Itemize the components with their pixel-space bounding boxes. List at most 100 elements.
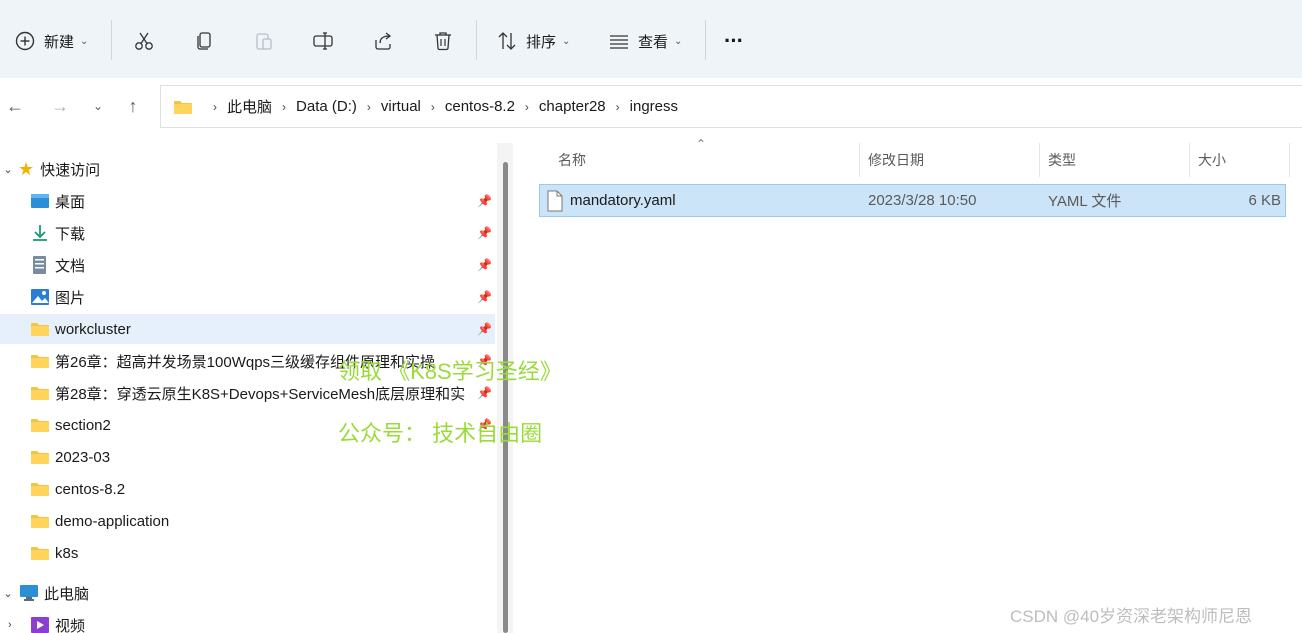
rename-button[interactable]: [312, 24, 334, 58]
view-button[interactable]: 查看 ⌄: [608, 24, 682, 58]
sidebar-item-label: workcluster: [55, 320, 131, 338]
pin-icon[interactable]: 📌: [477, 322, 492, 336]
toolbar-divider: [705, 20, 706, 60]
column-header-label: 修改日期: [868, 152, 924, 168]
sidebar-item-label: k8s: [55, 544, 79, 562]
copy-icon: [197, 32, 211, 50]
pin-icon[interactable]: 📌: [477, 258, 492, 272]
chevron-down-icon: ⌄: [3, 587, 13, 600]
sidebar-item-label: 桌面: [55, 193, 86, 211]
watermark-line-1: 领取 《K8S学习圣经》: [338, 359, 562, 384]
new-button[interactable]: 新建 ⌄: [14, 24, 88, 58]
folder-icon: [31, 419, 49, 432]
sort-ascending-icon: ⌃: [696, 137, 707, 151]
tree-label: 快速访问: [40, 161, 101, 179]
picture-icon: [31, 289, 49, 305]
folder-icon: [31, 515, 49, 528]
forward-button[interactable]: →: [47, 92, 73, 120]
more-icon: ···: [724, 28, 744, 53]
desktop-icon: [31, 194, 49, 208]
new-button-label: 新建: [44, 33, 75, 51]
delete-button[interactable]: [432, 24, 454, 58]
csdn-watermark: CSDN @40岁资深老架构师尼恩: [1010, 607, 1253, 626]
breadcrumb-ingress[interactable]: ingress: [630, 98, 678, 115]
toolbar-divider: [111, 20, 112, 60]
sort-button[interactable]: 排序 ⌄: [496, 24, 570, 58]
recent-locations-button[interactable]: ⌄: [85, 92, 111, 120]
file-name-cell: mandatory.yaml: [546, 185, 676, 216]
chevron-right-icon: ›: [213, 99, 217, 114]
trash-icon: [435, 32, 451, 51]
pin-icon[interactable]: 📌: [477, 386, 492, 400]
sidebar-item-label: 文档: [55, 257, 86, 275]
scissors-icon: [135, 32, 153, 50]
share-button[interactable]: [372, 24, 394, 58]
star-icon: ★: [18, 158, 35, 179]
column-header-label: 大小: [1198, 152, 1226, 168]
sidebar-item-demo-application[interactable]: demo-application: [0, 506, 495, 536]
pin-icon[interactable]: 📌: [477, 226, 492, 240]
arrow-left-icon: ←: [6, 95, 24, 116]
column-header-label: 类型: [1048, 152, 1076, 168]
back-button[interactable]: ←: [2, 92, 28, 120]
folder-icon: [31, 323, 49, 336]
column-header-modified[interactable]: 修改日期: [860, 143, 1040, 177]
pin-icon[interactable]: 📌: [477, 290, 492, 304]
sidebar-item-label: section2: [55, 416, 111, 434]
sidebar-item-workcluster[interactable]: workcluster 📌: [0, 314, 495, 344]
file-type: YAML 文件: [1048, 193, 1122, 210]
more-options-button[interactable]: ···: [724, 24, 744, 58]
address-bar[interactable]: › 此电脑 › Data (D:) › virtual › centos-8.2…: [160, 85, 1302, 128]
breadcrumb-virtual[interactable]: virtual: [381, 98, 421, 115]
folder-icon: [31, 387, 49, 400]
pin-icon[interactable]: 📌: [477, 194, 492, 208]
video-icon: [31, 617, 49, 633]
up-button[interactable]: ↑: [120, 92, 146, 120]
sidebar-item-label: 视频: [55, 617, 86, 633]
sidebar-item-label: 图片: [55, 289, 86, 307]
folder-icon: [31, 547, 49, 560]
tree-label: 此电脑: [44, 585, 90, 603]
column-header-size[interactable]: 大小: [1190, 143, 1290, 177]
folder-icon: [174, 100, 192, 114]
breadcrumb-this-pc[interactable]: 此电脑: [227, 96, 272, 117]
sidebar-item-label: centos-8.2: [55, 480, 126, 498]
file-size: 6 KB: [1248, 192, 1281, 209]
column-header-row: 名称 ⌃ 修改日期 类型 大小: [514, 137, 1302, 177]
copy-button[interactable]: [193, 24, 215, 58]
column-header-type[interactable]: 类型: [1040, 143, 1190, 177]
sidebar-item-pictures[interactable]: 图片 📌: [0, 282, 495, 312]
chevron-right-icon: ›: [430, 99, 435, 114]
breadcrumb-chapter28[interactable]: chapter28: [539, 98, 606, 115]
column-header-label: 名称: [558, 152, 586, 168]
breadcrumb-centos[interactable]: centos-8.2: [445, 98, 515, 115]
watermark-line-2: 公众号： 技术自由圈: [338, 421, 543, 446]
sidebar-item-k8s[interactable]: k8s: [0, 538, 495, 568]
tree-this-pc[interactable]: ⌄ 此电脑: [0, 578, 495, 608]
chevron-down-icon: ⌄: [92, 99, 104, 113]
file-name: mandatory.yaml: [570, 192, 676, 209]
paste-button[interactable]: [253, 24, 275, 58]
sidebar-item-desktop[interactable]: 桌面 📌: [0, 186, 495, 216]
view-list-icon: [610, 35, 628, 49]
tree-quick-access[interactable]: ⌄ ★ 快速访问: [0, 154, 495, 184]
sort-button-label: 排序: [526, 33, 557, 51]
sidebar-item-documents[interactable]: 文档 📌: [0, 250, 495, 280]
arrow-up-icon: ↑: [128, 95, 138, 116]
sidebar-item-label: 下载: [55, 225, 86, 243]
sidebar-item-downloads[interactable]: 下载 📌: [0, 218, 495, 248]
sidebar-item-centos[interactable]: centos-8.2: [0, 474, 495, 504]
column-header-name[interactable]: 名称 ⌃: [550, 137, 860, 177]
chevron-right-icon: ›: [8, 619, 12, 631]
command-bar: 新建 ⌄ 排序 ⌄ 查看 ⌄ ···: [0, 0, 1302, 78]
breadcrumb-data-drive[interactable]: Data (D:): [296, 98, 357, 115]
chevron-right-icon: ›: [282, 99, 287, 114]
view-button-label: 查看: [638, 33, 669, 51]
toolbar-divider: [476, 20, 477, 60]
chevron-down-icon: ⌄: [674, 35, 683, 47]
file-row[interactable]: mandatory.yaml 2023/3/28 10:50 YAML 文件 6…: [539, 184, 1286, 217]
navigation-scrollbar-thumb[interactable]: [503, 162, 508, 633]
sidebar-item-label: 2023-03: [55, 448, 111, 466]
cut-button[interactable]: [133, 24, 155, 58]
sidebar-item-videos[interactable]: › 视频: [0, 610, 495, 633]
